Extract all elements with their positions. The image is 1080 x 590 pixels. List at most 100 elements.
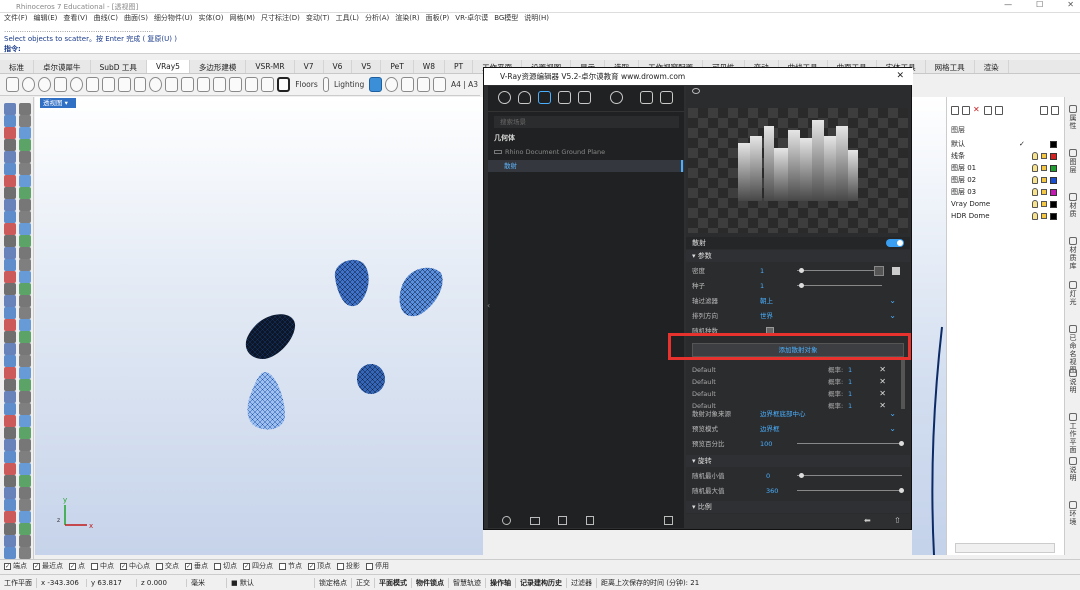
tool-icon[interactable] [19, 343, 31, 355]
menu-item[interactable]: 说明(H) [524, 13, 549, 24]
rand-min-track[interactable] [797, 475, 902, 476]
tool-icon[interactable] [19, 175, 31, 187]
osnap-option[interactable]: ✓ 四分点 [243, 561, 273, 571]
paper-size-label[interactable]: A4 | A3 [449, 80, 480, 89]
cut-icon[interactable] [85, 77, 99, 92]
menu-item[interactable]: 细分物件(U) [154, 13, 193, 24]
tool-icon[interactable] [4, 523, 16, 535]
save-icon[interactable] [37, 77, 51, 92]
layer-row[interactable]: 图层 03 [947, 186, 1065, 198]
layer-settings-icon[interactable] [1051, 106, 1059, 115]
layer-visibility-icon[interactable] [1032, 188, 1038, 196]
new-sublayer-icon[interactable] [962, 106, 970, 115]
menu-item[interactable]: BG模型 [494, 13, 518, 24]
tool-icon[interactable] [19, 415, 31, 427]
layer-icon[interactable] [245, 77, 258, 92]
right-tab[interactable]: 工作平面 [1067, 413, 1079, 454]
rand-min-value[interactable]: 0 [766, 470, 770, 482]
tool-icon[interactable] [4, 367, 16, 379]
right-tab[interactable]: 说明 [1067, 369, 1079, 394]
tool-icon[interactable] [4, 283, 16, 295]
source-chevron-icon[interactable]: ⌄ [889, 408, 896, 420]
tool-icon[interactable] [19, 151, 31, 163]
layer-horizontal-scrollbar[interactable] [955, 543, 1055, 553]
rand-max-track[interactable] [797, 490, 902, 491]
rand-max-knob[interactable] [899, 488, 904, 493]
menu-item[interactable]: 曲线(C) [94, 13, 118, 24]
layer-row[interactable]: 图层 01 [947, 162, 1065, 174]
layer-color-swatch[interactable] [1050, 141, 1057, 148]
tool-icon[interactable] [19, 319, 31, 331]
lighting-label[interactable]: Lighting [332, 80, 366, 89]
osnap-option[interactable]: ✓ 顶点 [308, 561, 331, 571]
status-toggle[interactable]: 物件锁点 [412, 577, 449, 588]
layer-color-swatch[interactable] [1050, 201, 1057, 208]
light-icon[interactable] [401, 77, 415, 92]
tool-icon[interactable] [19, 307, 31, 319]
tool-icon[interactable] [19, 115, 31, 127]
tool-icon[interactable] [19, 103, 31, 115]
right-tab[interactable]: 图层 [1067, 149, 1079, 174]
menu-item[interactable]: 变动(T) [306, 13, 330, 24]
maximize-button[interactable]: ☐ [1036, 0, 1043, 9]
osnap-option[interactable]: ✓ 点 [69, 561, 85, 571]
rand-min-knob[interactable] [799, 473, 804, 478]
delete-layer-icon[interactable]: ✕ [973, 106, 981, 115]
osnap-checkbox[interactable]: ✓ [120, 562, 127, 570]
osnap-option[interactable]: ✓ 垂点 [185, 561, 208, 571]
tab-1[interactable]: 卓尔谟犀牛 [34, 60, 91, 73]
pan-icon[interactable] [133, 77, 147, 92]
menu-item[interactable]: VR-卓尔谟 [455, 13, 488, 24]
tool-icon[interactable] [4, 547, 16, 559]
scatter-object-row[interactable]: Default 概率: 1 ✕ [692, 376, 896, 388]
params-section-header[interactable]: ▾ 参数 [686, 250, 910, 262]
zoom-icon[interactable] [165, 77, 179, 92]
tab-23[interactable]: 渲染 [975, 60, 1009, 73]
osnap-checkbox[interactable] [214, 562, 221, 570]
osnap-checkbox[interactable] [156, 562, 163, 570]
osnap-checkbox[interactable]: ✓ [33, 562, 40, 570]
right-tab[interactable]: 说明 [1067, 457, 1079, 482]
menu-item[interactable]: 分析(A) [365, 13, 389, 24]
render-elements-icon[interactable] [578, 91, 591, 104]
tool-icon[interactable] [19, 211, 31, 223]
status-toggle[interactable]: 过滤器 [567, 577, 597, 588]
tool-icon[interactable] [4, 463, 16, 475]
interactive-render-icon[interactable] [640, 91, 653, 104]
layer-row[interactable]: 线条 [947, 150, 1065, 162]
up-arrow-icon[interactable]: ⇧ [894, 516, 901, 525]
menu-item[interactable]: 工具(L) [336, 13, 359, 24]
new-layer-icon[interactable] [951, 106, 959, 115]
tool-icon[interactable] [4, 427, 16, 439]
tool-icon[interactable] [19, 127, 31, 139]
osnap-checkbox[interactable]: ✓ [4, 562, 11, 570]
zoom-extents-icon[interactable] [181, 77, 195, 92]
status-toggle[interactable]: 正交 [352, 577, 375, 588]
tool-icon[interactable] [19, 295, 31, 307]
layer-color-swatch[interactable] [1050, 177, 1057, 184]
remove-object-icon[interactable]: ✕ [879, 364, 886, 376]
tool-icon[interactable] [19, 271, 31, 283]
osnap-option[interactable]: ✓ 端点 [4, 561, 27, 571]
tab-10[interactable]: W8 [414, 60, 445, 73]
seed-slider-knob[interactable] [799, 283, 804, 288]
osnap-option[interactable]: ✓ 最近点 [33, 561, 63, 571]
menu-item[interactable]: 编辑(E) [34, 13, 58, 24]
tool-icon[interactable] [19, 439, 31, 451]
dialog-close-icon[interactable]: ✕ [896, 68, 904, 85]
tool-icon[interactable] [4, 475, 16, 487]
pebble-top-left-mesh[interactable] [334, 259, 369, 307]
orientation-value[interactable]: 世界 [760, 310, 773, 322]
tool-icon[interactable] [19, 259, 31, 271]
tool-icon[interactable] [4, 415, 16, 427]
status-toggle[interactable]: 平面模式 [375, 577, 412, 588]
settings-gear-icon[interactable] [610, 91, 623, 104]
tool-icon[interactable] [4, 271, 16, 283]
density-value[interactable]: 1 [760, 265, 764, 277]
layer-lock-icon[interactable] [1041, 165, 1047, 171]
lights-icon[interactable] [518, 91, 531, 104]
scatter-section-header[interactable]: 散射 [686, 237, 910, 249]
tool-icon[interactable] [19, 523, 31, 535]
osnap-option[interactable]: 交点 [156, 561, 179, 571]
tool-icon[interactable] [19, 247, 31, 259]
